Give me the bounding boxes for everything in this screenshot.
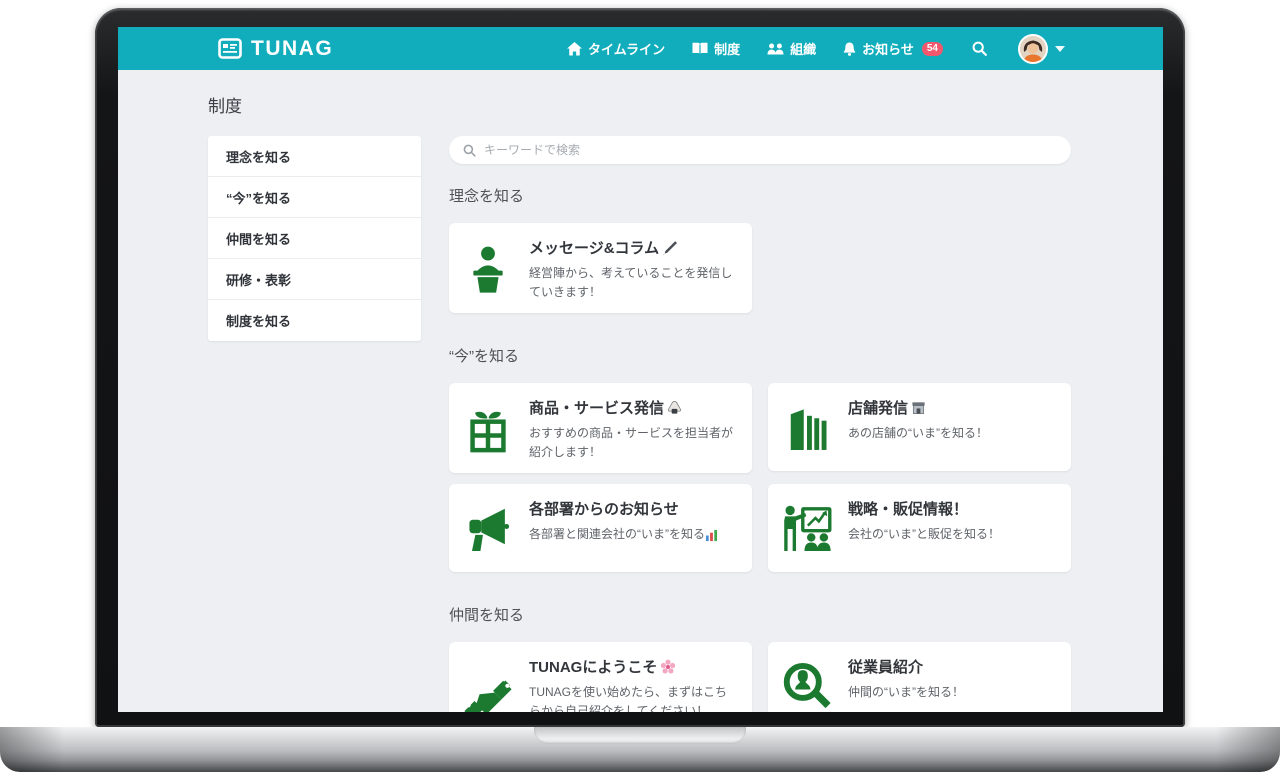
header-search-button[interactable] xyxy=(972,41,987,56)
card-title: 従業員紹介 xyxy=(848,656,923,677)
sidebar-item-kenshu[interactable]: 研修・表彰 xyxy=(208,259,421,300)
bell-icon xyxy=(843,42,856,56)
page-title: 制度 xyxy=(208,92,1071,117)
card-title: TUNAGにようこそ xyxy=(529,656,657,677)
home-icon xyxy=(567,42,582,56)
people-icon xyxy=(767,42,784,55)
presentation-speaker-icon xyxy=(778,498,836,560)
megaphone-icon xyxy=(459,498,517,560)
nav-label-notifications: お知らせ xyxy=(862,39,914,58)
section-heading-ima: “今”を知る xyxy=(449,345,1071,366)
onigiri-emoji xyxy=(667,400,682,415)
card-strategy-promotion[interactable]: 戦略・販促情報！ 会社の“いま”と販促を知る！ xyxy=(768,484,1071,572)
card-title: 商品・サービス発信 xyxy=(529,397,664,418)
nav-item-organization[interactable]: 組織 xyxy=(767,39,816,58)
nav-label-organization: 組織 xyxy=(790,39,816,58)
sidebar-item-seido[interactable]: 制度を知る xyxy=(208,300,421,341)
nav-item-seido[interactable]: 制度 xyxy=(692,39,740,58)
user-menu[interactable] xyxy=(1018,34,1065,64)
nav-item-timeline[interactable]: タイムライン xyxy=(567,39,665,58)
store-building-icon xyxy=(778,397,836,459)
keyword-search xyxy=(449,136,1071,164)
card-desc: 経営陣から、考えていることを発信していきます！ xyxy=(529,264,738,301)
card-desc: 仲間の“いま”を知る！ xyxy=(848,683,1057,702)
card-message-column[interactable]: メッセージ&コラム 経営陣から、考えていることを発信していきます！ xyxy=(449,223,752,313)
sidebar-item-nakama[interactable]: 仲間を知る xyxy=(208,218,421,259)
sidebar-item-rinen[interactable]: 理念を知る xyxy=(208,136,421,177)
header-nav: タイムライン 制度 組織 xyxy=(567,34,1065,64)
pen-emoji xyxy=(662,240,678,256)
brand-name: TUNAG xyxy=(251,37,333,61)
card-title: 戦略・販促情報！ xyxy=(848,498,968,519)
laptop-mockup: TUNAG タイムライン 制度 xyxy=(0,0,1280,780)
magnifier-person-icon xyxy=(778,656,836,712)
cherry-blossom-emoji xyxy=(660,659,676,675)
seido-page: 制度 理念を知る “今”を知る 仲間を知る 研修・表彰 制度を知る xyxy=(118,70,1163,712)
sidebar-item-ima[interactable]: “今”を知る xyxy=(208,177,421,218)
section-heading-rinen: 理念を知る xyxy=(449,185,1071,206)
book-icon xyxy=(692,42,708,55)
card-department-news[interactable]: 各部署からのお知らせ 各部署と関連会社の“いま”を知る xyxy=(449,484,752,572)
podium-speaker-icon xyxy=(459,237,517,301)
card-product-service[interactable]: 商品・サービス発信 おすすめの商品・サービスを担当者が紹介します！ xyxy=(449,383,752,473)
nav-item-notifications[interactable]: お知らせ 54 xyxy=(843,39,943,58)
card-welcome-tunag[interactable]: TUNAGにようこそ TUNAGを使い始めたら、まずはこちらから自己紹介をしてく… xyxy=(449,642,752,712)
handshake-icon xyxy=(459,656,517,712)
card-desc: TUNAGを使い始めたら、まずはこちらから自己紹介をしてください！ xyxy=(529,683,738,712)
category-sidebar: 理念を知る “今”を知る 仲間を知る 研修・表彰 制度を知る xyxy=(208,136,421,341)
nav-label-seido: 制度 xyxy=(714,39,740,58)
card-title: 店舗発信 xyxy=(848,397,908,418)
card-employee-intro[interactable]: 従業員紹介 仲間の“いま”を知る！ xyxy=(768,642,1071,712)
section-heading-nakama: 仲間を知る xyxy=(449,604,1071,625)
brand-logo[interactable]: TUNAG xyxy=(218,37,333,61)
tunag-card-logo-icon xyxy=(218,38,242,59)
avatar xyxy=(1018,34,1048,64)
laptop-lid-notch xyxy=(534,727,746,744)
laptop-base xyxy=(0,727,1280,772)
card-title: 各部署からのお知らせ xyxy=(529,498,679,519)
card-title: メッセージ&コラム xyxy=(529,237,659,258)
nav-label-timeline: タイムライン xyxy=(588,39,665,58)
notification-badge: 54 xyxy=(922,42,943,56)
laptop-screen: TUNAG タイムライン 制度 xyxy=(118,27,1163,712)
card-store-broadcast[interactable]: 店舗発信 あの店舗の“いま”を知る！ xyxy=(768,383,1071,471)
card-desc: おすすめの商品・サービスを担当者が紹介します！ xyxy=(529,424,738,461)
app-header: TUNAG タイムライン 制度 xyxy=(118,27,1163,70)
card-desc: あの店舗の“いま”を知る！ xyxy=(848,424,1057,443)
convenience-store-emoji xyxy=(911,400,926,415)
search-input[interactable] xyxy=(484,143,1057,157)
main-content: 理念を知る メッセージ&コラム 経営陣から、考えていることを発信していきます！ xyxy=(449,136,1071,712)
chevron-down-icon xyxy=(1055,46,1065,52)
magnifier-icon xyxy=(972,41,987,56)
gift-box-icon xyxy=(459,397,517,461)
search-icon xyxy=(463,144,476,157)
card-desc: 会社の“いま”と販促を知る！ xyxy=(848,525,1057,544)
card-desc: 各部署と関連会社の“いま”を知る xyxy=(529,527,705,541)
bar-chart-emoji xyxy=(705,529,718,542)
